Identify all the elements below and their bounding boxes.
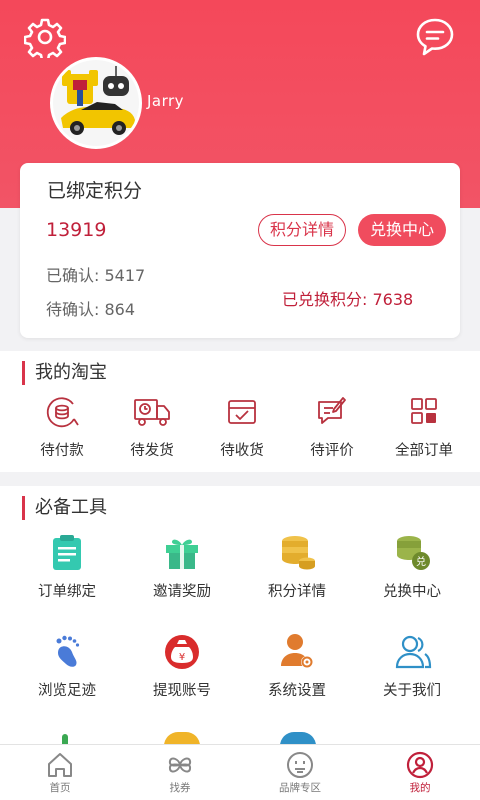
pending-review-item[interactable]: 待评价 [292, 395, 372, 460]
confirmed-points: 已确认: 5417 [46, 266, 146, 285]
browsing-history-item[interactable]: 浏览足迹 [17, 631, 117, 700]
pending-ship-item[interactable]: 待发货 [112, 395, 192, 460]
essential-tools-title: 必备工具 [22, 496, 107, 520]
points-detail-item[interactable]: 积分详情 [247, 532, 347, 601]
pending-payment-label: 待付款 [40, 443, 84, 459]
pending-receive-label: 待收货 [220, 443, 264, 459]
clover-icon [168, 757, 192, 773]
invite-reward-label: 邀请奖励 [153, 584, 211, 600]
my-taobao-section: 我的淘宝 待付款 待发货 待收货 待评价 全部订单 [0, 351, 480, 472]
wallet-coins-icon [46, 397, 79, 428]
tab-coupons-label: 找券 [169, 782, 191, 794]
profile-icon [406, 751, 434, 779]
pending-ship-label: 待发货 [130, 443, 174, 459]
exchange-coins-icon: 兑 [397, 536, 430, 570]
tab-home[interactable]: 首页 [0, 745, 120, 800]
review-icon [318, 397, 346, 424]
points-value: 13919 [46, 219, 107, 241]
tab-coupons[interactable]: 找券 [120, 745, 240, 800]
tab-mine[interactable]: 我的 [360, 745, 480, 800]
avatar-robot-car-image [53, 60, 139, 146]
all-orders-grid-icon [411, 398, 437, 424]
exchange-center-item[interactable]: 兑 兑换中心 [362, 532, 462, 601]
brand-face-icon [287, 752, 313, 778]
withdraw-account-item[interactable]: ¥ 提现账号 [132, 631, 232, 700]
username: Jarry [147, 92, 185, 110]
money-bag-icon: ¥ [165, 635, 199, 669]
pending-receive-item[interactable]: 待收货 [202, 395, 282, 460]
exchange-center-button[interactable]: 兑换中心 [358, 214, 446, 246]
points-card: 已绑定积分 13919 积分详情 兑换中心 已确认: 5417 待确认: 864… [20, 163, 460, 338]
tab-brands[interactable]: 品牌专区 [240, 745, 360, 800]
user-settings-icon [281, 634, 313, 668]
svg-text:兑: 兑 [416, 555, 426, 568]
browsing-history-label: 浏览足迹 [38, 683, 96, 699]
points-detail-button[interactable]: 积分详情 [258, 214, 346, 246]
clipboard-icon [53, 535, 81, 570]
withdraw-account-label: 提现账号 [153, 683, 211, 699]
my-taobao-title: 我的淘宝 [22, 361, 107, 385]
exchanged-points: 已兑换积分: 7638 [282, 290, 414, 309]
tab-brands-label: 品牌专区 [279, 782, 321, 794]
gift-icon [166, 539, 198, 569]
all-orders-item[interactable]: 全部订单 [384, 395, 464, 460]
pending-payment-item[interactable]: 待付款 [22, 395, 102, 460]
footprint-icon [56, 635, 80, 667]
tab-home-label: 首页 [49, 782, 71, 794]
avatar[interactable] [50, 57, 142, 149]
about-us-label: 关于我们 [383, 683, 441, 699]
tab-mine-label: 我的 [409, 782, 431, 794]
system-settings-label: 系统设置 [268, 683, 326, 699]
system-settings-item[interactable]: 系统设置 [247, 631, 347, 700]
bottom-tab-bar: 首页 找券 品牌专区 我的 [0, 744, 480, 800]
chat-bubble-icon[interactable] [414, 16, 456, 58]
order-binding-item[interactable]: 订单绑定 [17, 532, 117, 601]
about-us-item[interactable]: 关于我们 [362, 631, 462, 700]
svg-text:¥: ¥ [179, 652, 185, 663]
people-icon [395, 635, 432, 669]
all-orders-label: 全部订单 [395, 443, 453, 459]
home-icon [48, 753, 72, 777]
invite-reward-item[interactable]: 邀请奖励 [132, 532, 232, 601]
order-binding-label: 订单绑定 [38, 584, 96, 600]
coin-stack-icon [282, 536, 315, 570]
delivery-truck-icon [134, 399, 170, 426]
pending-review-label: 待评价 [310, 443, 354, 459]
exchange-center-label: 兑换中心 [383, 584, 441, 600]
points-card-title: 已绑定积分 [47, 180, 143, 202]
pending-points: 待确认: 864 [46, 300, 136, 319]
gear-icon[interactable] [23, 16, 67, 62]
essential-tools-section: 必备工具 订单绑定 邀请奖励 积分详情 兑 兑换中心 浏览足迹 ¥ 提现账号 系… [0, 486, 480, 746]
receive-box-icon [228, 400, 256, 424]
points-detail-label: 积分详情 [268, 584, 326, 600]
